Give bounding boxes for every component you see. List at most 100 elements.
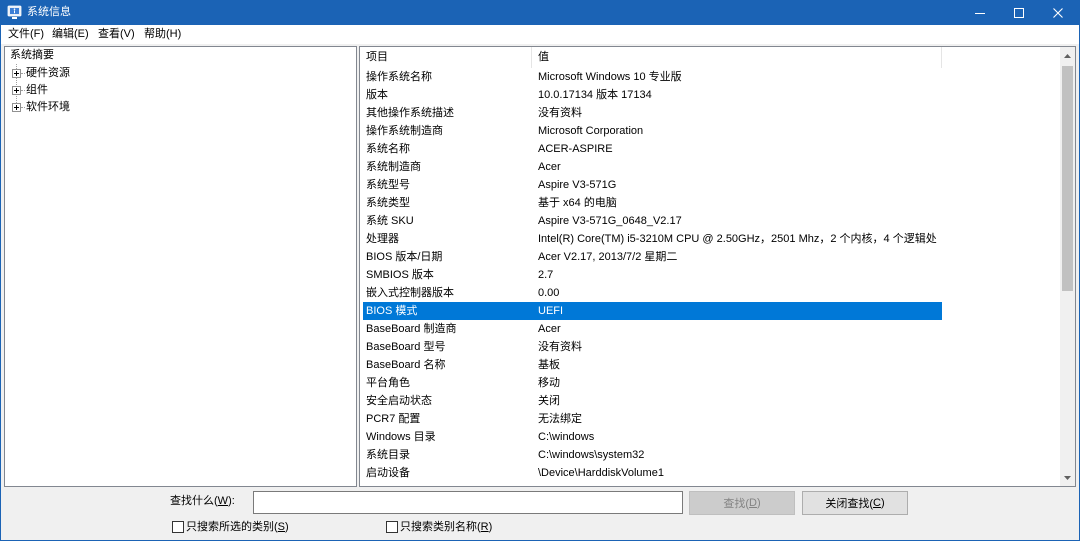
- row-item-cell: 系统类型: [366, 197, 410, 209]
- table-row[interactable]: 系统 SKU Aspire V3-571G_0648_V2.17: [363, 212, 942, 230]
- table-row[interactable]: 启动设备 \Device\HarddiskVolume1: [363, 464, 942, 482]
- close-find-button[interactable]: 关闭查找(C): [802, 491, 908, 515]
- search-selected-category-checkbox[interactable]: [172, 521, 184, 533]
- option-label-suffix: ): [285, 521, 289, 533]
- table-row-selected[interactable]: BIOS 模式 UEFI: [363, 302, 942, 320]
- row-item-cell: Windows 目录: [366, 431, 436, 443]
- table-row[interactable]: 版本 10.0.17134 版本 17134: [363, 86, 942, 104]
- scrollbar-thumb[interactable]: [1062, 66, 1073, 291]
- row-value-cell: Acer V2.17, 2013/7/2 星期二: [538, 251, 678, 263]
- row-value-cell: \Device\HarddiskVolume1: [538, 467, 664, 479]
- details-list[interactable]: 项目 值 操作系统名称 Microsoft Windows 10 专业版 版本 10.…: [359, 46, 1076, 487]
- option-label-text: 只搜索类别名称(: [400, 521, 481, 533]
- column-header-item[interactable]: 项目: [360, 47, 532, 68]
- table-row[interactable]: 操作系统名称 Microsoft Windows 10 专业版: [363, 68, 942, 86]
- find-button-key: D: [749, 497, 757, 509]
- find-what-label-text: 查找什么(: [170, 495, 218, 507]
- row-value-cell: 移动: [538, 377, 560, 389]
- search-category-names-checkbox[interactable]: [386, 521, 398, 533]
- table-row[interactable]: BaseBoard 制造商 Acer: [363, 320, 942, 338]
- table-row[interactable]: Windows 目录 C:\windows: [363, 428, 942, 446]
- table-row[interactable]: SMBIOS 版本 2.7: [363, 266, 942, 284]
- minimize-button[interactable]: [960, 0, 999, 25]
- row-value-cell: Intel(R) Core(TM) i5-3210M CPU @ 2.50GHz…: [538, 233, 937, 245]
- menu-file[interactable]: 文件(F): [8, 25, 44, 44]
- table-row[interactable]: 安全启动状态 关闭: [363, 392, 942, 410]
- table-row[interactable]: 嵌入式控制器版本 0.00: [363, 284, 942, 302]
- row-value-cell: Acer: [538, 323, 561, 335]
- row-item-cell: 操作系统名称: [366, 71, 432, 83]
- row-value-cell: 基板: [538, 359, 560, 371]
- tree-item-components[interactable]: 组件: [5, 82, 356, 99]
- tree-connector-line: [21, 90, 25, 91]
- tree-item-label: 组件: [26, 84, 48, 96]
- table-row[interactable]: BaseBoard 名称 基板: [363, 356, 942, 374]
- menu-help[interactable]: 帮助(H): [144, 25, 181, 44]
- find-what-label-key: W: [217, 495, 229, 507]
- tree-item-software-environment[interactable]: 软件环境: [5, 99, 356, 116]
- find-what-label-suffix: ):: [228, 495, 235, 507]
- row-value-cell: Aspire V3-571G: [538, 179, 617, 191]
- row-item-cell: 操作系统制造商: [366, 125, 443, 137]
- table-row[interactable]: 系统型号 Aspire V3-571G: [363, 176, 942, 194]
- table-row[interactable]: BaseBoard 型号 没有资料: [363, 338, 942, 356]
- row-value-cell: 10.0.17134 版本 17134: [538, 89, 652, 101]
- row-item-cell: BIOS 版本/日期: [366, 251, 443, 263]
- title-bar[interactable]: 系统信息: [0, 0, 1080, 25]
- search-category-names-label[interactable]: 只搜索类别名称(R): [400, 519, 492, 535]
- row-value-cell: 无法绑定: [538, 413, 582, 425]
- table-row[interactable]: 系统类型 基于 x64 的电脑: [363, 194, 942, 212]
- row-item-cell: 嵌入式控制器版本: [366, 287, 454, 299]
- table-row[interactable]: 系统目录 C:\windows\system32: [363, 446, 942, 464]
- table-row[interactable]: BIOS 版本/日期 Acer V2.17, 2013/7/2 星期二: [363, 248, 942, 266]
- category-tree[interactable]: 系统摘要 硬件资源 组件 软件环境: [4, 46, 357, 487]
- row-item-cell: 处理器: [366, 233, 399, 245]
- tree-connector-line: [21, 107, 25, 108]
- close-find-button-suffix: ): [880, 497, 885, 509]
- row-value-cell: C:\windows\system32: [538, 449, 645, 461]
- plus-box-icon[interactable]: [12, 69, 21, 78]
- row-value-cell: 没有资料: [538, 341, 582, 353]
- plus-box-icon[interactable]: [12, 103, 21, 112]
- row-value-cell: Acer: [538, 161, 561, 173]
- menu-view[interactable]: 查看(V): [98, 25, 135, 44]
- scroll-down-button[interactable]: [1060, 469, 1075, 486]
- search-selected-category-label[interactable]: 只搜索所选的类别(S): [186, 519, 289, 535]
- vertical-scrollbar[interactable]: [1060, 47, 1075, 486]
- row-item-cell: 启动设备: [366, 467, 410, 479]
- row-item-cell: 系统目录: [366, 449, 410, 461]
- table-row[interactable]: PCR7 配置 无法绑定: [363, 410, 942, 428]
- system-information-icon: [7, 5, 22, 20]
- list-header: 项目 值: [360, 47, 1060, 68]
- row-item-cell: 系统制造商: [366, 161, 421, 173]
- row-item-cell: 系统 SKU: [366, 215, 414, 227]
- option-label-key: R: [480, 521, 489, 533]
- row-value-cell: 关闭: [538, 395, 560, 407]
- option-label-text: 只搜索所选的类别(: [186, 521, 278, 533]
- table-row[interactable]: 系统名称 ACER-ASPIRE: [363, 140, 942, 158]
- column-header-filler: [942, 47, 1060, 68]
- minimize-icon: [974, 8, 985, 18]
- maximize-button[interactable]: [999, 0, 1038, 25]
- row-item-cell: 系统名称: [366, 143, 410, 155]
- search-selected-category-option[interactable]: 只搜索所选的类别(S): [172, 519, 302, 535]
- table-row[interactable]: 处理器 Intel(R) Core(TM) i5-3210M CPU @ 2.50…: [363, 230, 942, 248]
- tree-item-hardware-resources[interactable]: 硬件资源: [5, 65, 356, 82]
- table-row[interactable]: 系统制造商 Acer: [363, 158, 942, 176]
- table-row[interactable]: 平台角色 移动: [363, 374, 942, 392]
- table-row[interactable]: 操作系统制造商 Microsoft Corporation: [363, 122, 942, 140]
- table-row[interactable]: 其他操作系统描述 没有资料: [363, 104, 942, 122]
- maximize-icon: [1013, 7, 1024, 18]
- close-button[interactable]: [1038, 0, 1077, 25]
- find-button[interactable]: 查找(D): [689, 491, 795, 515]
- close-find-button-text: 关闭查找(: [825, 498, 874, 510]
- plus-box-icon[interactable]: [12, 86, 21, 95]
- row-value-cell: Microsoft Corporation: [538, 125, 644, 137]
- scroll-up-button[interactable]: [1060, 47, 1075, 64]
- column-header-value[interactable]: 值: [532, 47, 942, 68]
- row-value-cell: ACER-ASPIRE: [538, 143, 613, 155]
- find-what-input[interactable]: [253, 491, 683, 514]
- tree-item-system-summary[interactable]: 系统摘要: [5, 47, 356, 64]
- menu-edit[interactable]: 编辑(E): [52, 25, 89, 44]
- search-category-names-option[interactable]: 只搜索类别名称(R): [386, 519, 506, 535]
